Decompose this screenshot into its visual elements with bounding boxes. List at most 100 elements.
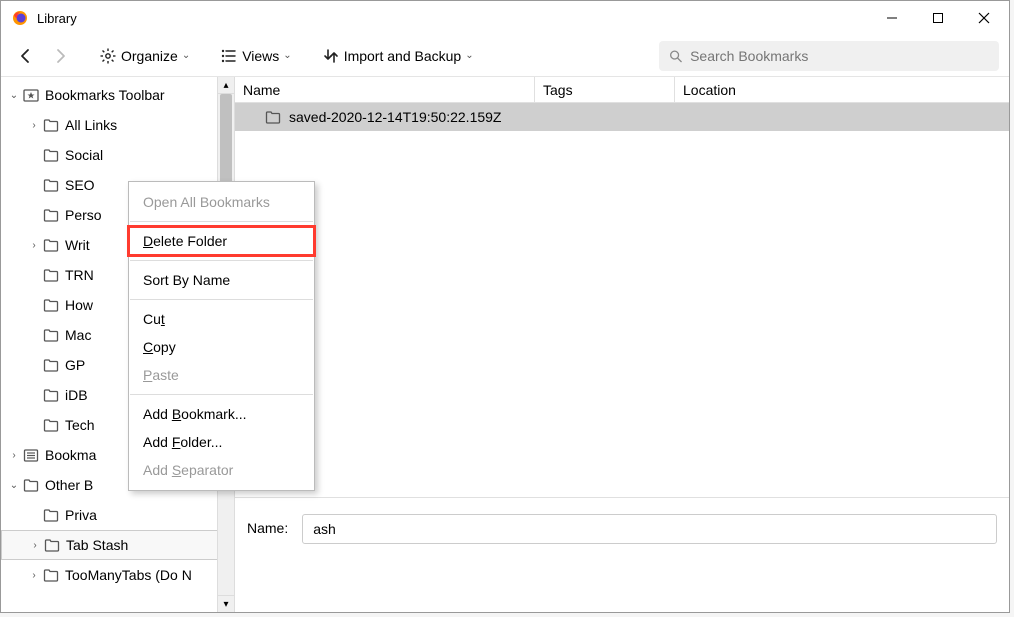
sidebar-item-label: iDB: [65, 387, 88, 403]
folder-icon: [43, 417, 59, 433]
menu-item-add-bookmark[interactable]: Add Bookmark...: [129, 400, 314, 428]
maximize-button[interactable]: [915, 3, 961, 33]
scroll-up-button[interactable]: ▴: [217, 77, 234, 94]
column-header-name[interactable]: Name: [235, 77, 535, 102]
menu-item-label: Add Bookmark...: [143, 406, 247, 422]
sidebar-item-label: TooManyTabs (Do N: [65, 567, 192, 583]
sidebar-item-label: How: [65, 297, 93, 313]
chevron-down-icon: ⌄: [182, 50, 190, 61]
folder-icon: [43, 387, 59, 403]
rows-container: saved-2020-12-14T19:50:22.159Z: [235, 103, 1009, 497]
menu-separator: [130, 260, 313, 261]
sidebar-item-label: Social: [65, 147, 103, 163]
sidebar-item-label: Bookmarks Toolbar: [45, 87, 165, 103]
folder-icon: [265, 109, 281, 125]
folder-icon: [44, 537, 60, 553]
column-headers: Name Tags Location: [235, 77, 1009, 103]
twisty-icon[interactable]: ›: [27, 120, 41, 131]
scroll-down-button[interactable]: ▾: [217, 595, 234, 612]
column-header-location[interactable]: Location: [675, 77, 1009, 102]
twisty-icon[interactable]: ›: [7, 450, 21, 461]
sidebar-item-label: Tab Stash: [66, 537, 128, 553]
forward-button[interactable]: [45, 43, 75, 69]
details-pane: Name:: [235, 497, 1009, 612]
menu-item-delete-folder[interactable]: Delete Folder: [129, 227, 314, 255]
folder-icon: [43, 327, 59, 343]
organize-label: Organize: [121, 48, 178, 64]
sidebar-item-label: TRN: [65, 267, 94, 283]
menu-item-label: Add Separator: [143, 462, 233, 478]
folder-icon: [43, 507, 59, 523]
menu-item-label: Delete Folder: [143, 233, 227, 249]
twisty-icon[interactable]: ›: [27, 570, 41, 581]
folder-icon: [23, 477, 39, 493]
organize-menu[interactable]: Organize ⌄: [93, 43, 196, 69]
folder-icon: [43, 117, 59, 133]
sidebar-item-label: Mac: [65, 327, 91, 343]
menu-separator: [130, 299, 313, 300]
chevron-down-icon: ⌄: [465, 50, 473, 61]
menu-item-copy[interactable]: Copy: [129, 333, 314, 361]
views-menu[interactable]: Views ⌄: [214, 43, 297, 69]
gear-icon: [99, 47, 117, 65]
table-row[interactable]: saved-2020-12-14T19:50:22.159Z: [235, 103, 1009, 131]
toolbar: Organize ⌄ Views ⌄ Import and Backup ⌄: [1, 35, 1009, 77]
close-button[interactable]: [961, 3, 1007, 33]
twisty-icon[interactable]: ⌄: [7, 480, 21, 491]
folder-icon: [43, 237, 59, 253]
list-icon: [220, 47, 238, 65]
sidebar-item-label: Writ: [65, 237, 90, 253]
menu-separator: [130, 221, 313, 222]
folder-icon: [23, 447, 39, 463]
folder-icon: [43, 207, 59, 223]
sidebar-item-priva[interactable]: ·Priva: [1, 500, 218, 530]
details-name-label: Name:: [247, 514, 288, 536]
menu-item-label: Add Folder...: [143, 434, 222, 450]
menu-item-cut[interactable]: Cut: [129, 305, 314, 333]
back-button[interactable]: [11, 43, 41, 69]
sidebar-item-bookmarks-toolbar[interactable]: ⌄ Bookmarks Toolbar: [1, 80, 218, 110]
minimize-button[interactable]: [869, 3, 915, 33]
folder-icon: [43, 567, 59, 583]
menu-item-label: Cut: [143, 311, 165, 327]
sidebar-item-social[interactable]: ·Social: [1, 140, 218, 170]
context-menu: Open All Bookmarks Delete Folder Sort By N…: [128, 181, 315, 491]
sidebar-item-label: Perso: [65, 207, 102, 223]
menu-item-paste: Paste: [129, 361, 314, 389]
twisty-icon[interactable]: ⌄: [7, 90, 21, 101]
details-name-input[interactable]: [302, 514, 997, 544]
sidebar-item-label: Tech: [65, 417, 95, 433]
search-box[interactable]: [659, 41, 999, 71]
sidebar-item-label: All Links: [65, 117, 117, 133]
menu-item-open-all-bookmarks: Open All Bookmarks: [129, 188, 314, 216]
sidebar-item-label: SEO: [65, 177, 95, 193]
import-backup-label: Import and Backup: [344, 48, 462, 64]
menu-item-add-separator: Add Separator: [129, 456, 314, 484]
firefox-icon: [11, 9, 29, 27]
menu-item-label: Sort By Name: [143, 272, 230, 288]
search-input[interactable]: [690, 48, 989, 64]
folder-icon: [43, 147, 59, 163]
folder-icon: [43, 267, 59, 283]
views-label: Views: [242, 48, 279, 64]
sidebar-item-label: Bookma: [45, 447, 96, 463]
column-header-tags[interactable]: Tags: [535, 77, 675, 102]
menu-item-sort-by-name[interactable]: Sort By Name: [129, 266, 314, 294]
search-icon: [669, 49, 682, 63]
folder-icon: [23, 87, 39, 103]
folder-icon: [43, 177, 59, 193]
menu-item-label: Copy: [143, 339, 176, 355]
menu-item-label: Open All Bookmarks: [143, 194, 270, 210]
folder-icon: [43, 357, 59, 373]
twisty-icon[interactable]: ›: [27, 240, 41, 251]
sidebar-item-label: Other B: [45, 477, 93, 493]
chevron-down-icon: ⌄: [283, 50, 291, 61]
twisty-icon[interactable]: ›: [28, 540, 42, 551]
sidebar-item-all-links[interactable]: › All Links: [1, 110, 218, 140]
sidebar-item-toomanytabs-do-n[interactable]: › TooManyTabs (Do N: [1, 560, 218, 590]
menu-separator: [130, 394, 313, 395]
menu-item-add-folder[interactable]: Add Folder...: [129, 428, 314, 456]
sidebar-item-tab-stash[interactable]: › Tab Stash: [1, 530, 218, 560]
import-backup-menu[interactable]: Import and Backup ⌄: [316, 43, 480, 69]
sidebar-item-label: GP: [65, 357, 85, 373]
